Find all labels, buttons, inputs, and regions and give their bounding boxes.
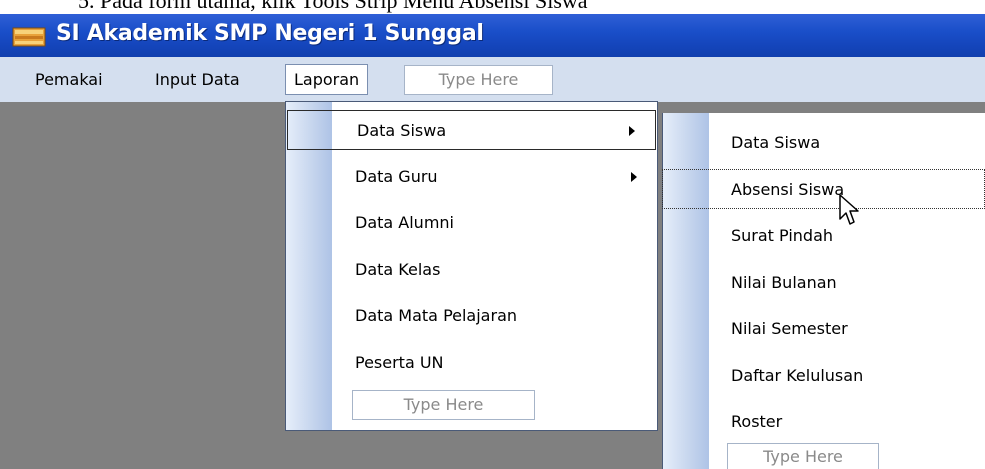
document-caption: 5. Pada form utama, klik Tools Strip Men… <box>78 0 588 13</box>
submenu-arrow-icon <box>629 126 635 136</box>
submenu-item-label: Absensi Siswa <box>731 180 845 199</box>
dropdown-item-peserta-un[interactable]: Peserta UN <box>286 343 657 383</box>
submenu-type-here[interactable]: Type Here <box>727 443 879 469</box>
submenu-item-label: Daftar Kelulusan <box>731 366 864 385</box>
submenu-item-data-siswa[interactable]: Data Siswa <box>663 123 985 163</box>
dropdown-item-label: Data Mata Pelajaran <box>355 306 518 325</box>
submenu-item-nilai-semester[interactable]: Nilai Semester <box>663 309 985 349</box>
submenu-item-label: Nilai Semester <box>731 319 848 338</box>
dropdown-item-data-guru[interactable]: Data Guru <box>286 157 657 197</box>
submenu-item-roster[interactable]: Roster <box>663 402 985 442</box>
dropdown-type-here[interactable]: Type Here <box>352 390 535 420</box>
submenu-item-surat-pindah[interactable]: Surat Pindah <box>663 216 985 256</box>
menu-bar: Pemakai Input Data Laporan Type Here <box>0 57 985 102</box>
title-bar: SI Akademik SMP Negeri 1 Sunggal <box>0 14 985 57</box>
submenu-item-daftar-kelulusan[interactable]: Daftar Kelulusan <box>663 356 985 396</box>
laporan-dropdown: Data Siswa Data Guru Data Alumni Data Ke… <box>285 101 658 431</box>
dropdown-item-label: Data Kelas <box>355 260 441 279</box>
dropdown-item-data-alumni[interactable]: Data Alumni <box>286 203 657 243</box>
menu-pemakai[interactable]: Pemakai <box>35 68 103 92</box>
submenu-item-label: Data Siswa <box>731 133 821 152</box>
mouse-cursor-icon <box>839 194 859 225</box>
submenu-item-label: Nilai Bulanan <box>731 273 837 292</box>
dropdown-item-label: Peserta UN <box>355 353 444 372</box>
menu-laporan[interactable]: Laporan <box>285 64 369 95</box>
main-window: SI Akademik SMP Negeri 1 Sunggal Pemakai… <box>0 14 985 469</box>
submenu-item-nilai-bulanan[interactable]: Nilai Bulanan <box>663 263 985 303</box>
submenu-item-absensi-siswa[interactable]: Absensi Siswa <box>662 169 985 209</box>
submenu-item-label: Roster <box>731 412 783 431</box>
dropdown-item-label: Data Guru <box>355 167 438 186</box>
dropdown-item-data-kelas[interactable]: Data Kelas <box>286 250 657 290</box>
submenu-arrow-icon <box>631 172 637 182</box>
app-icon <box>12 27 46 47</box>
dropdown-item-data-siswa[interactable]: Data Siswa <box>287 110 656 150</box>
data-siswa-submenu: Data Siswa Absensi Siswa Surat Pindah Ni… <box>662 113 985 469</box>
menubar-type-here[interactable]: Type Here <box>404 65 553 95</box>
window-title: SI Akademik SMP Negeri 1 Sunggal <box>56 21 484 46</box>
dropdown-item-label: Data Siswa <box>357 121 447 140</box>
dropdown-item-label: Data Alumni <box>355 213 454 232</box>
menu-input-data[interactable]: Input Data <box>155 68 240 92</box>
dropdown-item-data-mata-pelajaran[interactable]: Data Mata Pelajaran <box>286 296 657 336</box>
submenu-item-label: Surat Pindah <box>731 226 834 245</box>
